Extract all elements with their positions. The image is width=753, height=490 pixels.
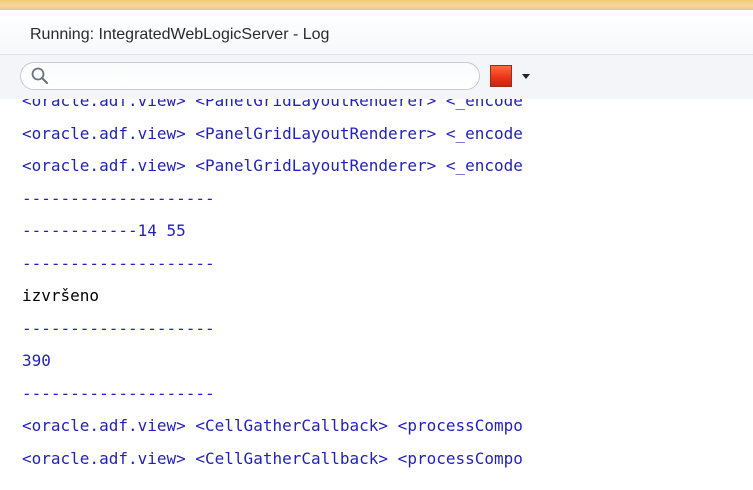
log-line: -------------------- <box>22 253 215 273</box>
title-bar: Running: IntegratedWebLogicServer - Log <box>0 10 753 55</box>
log-line: <oracle.adf.view> <CellGatherCallback> <… <box>22 416 523 435</box>
search-input[interactable] <box>55 66 471 86</box>
stop-icon <box>490 65 512 87</box>
log-line: <oracle.adf.view> <CellGatherCallback> <… <box>22 448 523 468</box>
search-icon <box>31 67 49 85</box>
terminate-process-button[interactable] <box>490 65 542 91</box>
log-line: izvršeno <box>22 286 100 305</box>
search-box[interactable] <box>20 62 480 90</box>
log-line: -------------------- <box>22 318 215 338</box>
log-tab-title[interactable]: Running: IntegratedWebLogicServer - Log <box>30 26 329 44</box>
log-line: -------------------- <box>22 188 215 208</box>
log-output[interactable]: <oracle.adf.view> <PanelGridLayoutRender… <box>0 99 753 490</box>
log-line: <oracle.adf.view> <PanelGridLayoutRender… <box>22 123 523 143</box>
log-line: <oracle.adf.view> <PanelGridLayoutRender… <box>22 156 523 175</box>
log-toolbar <box>0 55 753 99</box>
chevron-down-icon[interactable] <box>518 68 534 84</box>
log-line: <oracle.adf.view> <PanelGridLayoutRender… <box>22 99 523 110</box>
log-line: 390 <box>22 351 51 370</box>
window-accent-bar <box>0 0 753 10</box>
log-line: ------------14 55 <box>22 221 186 240</box>
log-window: Running: IntegratedWebLogicServer - Log … <box>0 0 753 490</box>
log-line: -------------------- <box>22 383 215 403</box>
